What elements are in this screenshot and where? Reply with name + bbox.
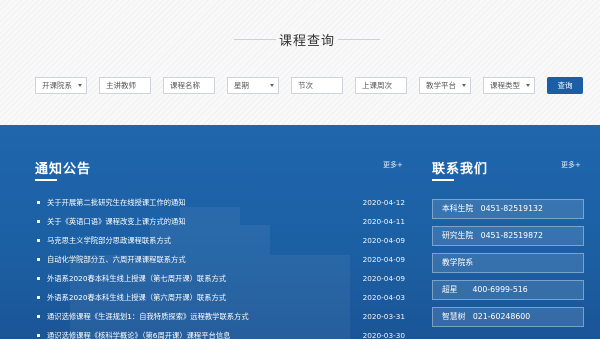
teacher-input-placeholder: 主讲教师: [106, 81, 136, 90]
week-input[interactable]: 上课周次: [355, 77, 407, 94]
notice-date: 2020-04-03: [362, 293, 405, 302]
contacts-title: 联系我们: [432, 162, 489, 177]
course-name-input-placeholder: 课程名称: [170, 81, 200, 90]
notice-title: 通识选修课程《核科学概论》（第6周开课）课程平台信息: [47, 331, 231, 339]
bullet-icon: [37, 277, 40, 280]
notice-title: 关于《英语口语》课程改变上课方式的通知: [47, 217, 186, 226]
list-item[interactable]: 外语系2020春本科生线上授课（第六周开课）联系方式 2020-04-03: [37, 291, 405, 304]
contact-phone: 400-6999-516: [472, 285, 528, 294]
course-name-input[interactable]: 课程名称: [163, 77, 215, 94]
notice-title: 马克思主义学院部分思政课程联系方式: [47, 236, 172, 245]
notice-title: 关于开展第二批研究生在线授课工作的通知: [47, 198, 186, 207]
notice-title: 外语系2020春本科生线上授课（第七周开课）联系方式: [47, 274, 227, 283]
list-item[interactable]: 通识选修课程《核科学概论》（第6周开课）课程平台信息 2020-03-30: [37, 329, 405, 339]
contact-label: 超星: [442, 285, 458, 294]
title-divider-left: [234, 39, 276, 40]
contact-phone: 0451-82519132: [480, 204, 543, 213]
search-title: 课程查询: [278, 34, 335, 49]
bullet-icon: [37, 296, 40, 299]
notices-title-underline: [35, 179, 57, 181]
contact-item[interactable]: 本科生院 0451-82519132: [432, 199, 584, 219]
platform-select[interactable]: 教学平台: [419, 77, 471, 94]
period-input[interactable]: 节次: [291, 77, 343, 94]
bullet-icon: [37, 258, 40, 261]
chevron-down-icon: [462, 84, 466, 87]
contact-label: 本科生院: [442, 204, 474, 213]
notice-date: 2020-03-31: [362, 312, 405, 321]
notice-date: 2020-04-09: [362, 255, 405, 264]
list-item[interactable]: 关于开展第二批研究生在线授课工作的通知 2020-04-12: [37, 196, 405, 209]
contact-item[interactable]: 超星 400-6999-516: [432, 280, 584, 300]
notice-date: 2020-03-30: [362, 331, 405, 339]
bullet-icon: [37, 201, 40, 204]
course-type-select-label: 课程类型: [490, 81, 520, 90]
info-section: 通知公告 更多+ 关于开展第二批研究生在线授课工作的通知 2020-04-12 …: [0, 125, 600, 339]
course-type-select[interactable]: 课程类型: [483, 77, 535, 94]
platform-select-label: 教学平台: [426, 81, 456, 90]
department-select-label: 开课院系: [42, 81, 72, 90]
contacts-title-underline: [432, 179, 454, 181]
contact-phone: 0451-82519872: [480, 231, 543, 240]
contact-item[interactable]: 教学院系: [432, 253, 584, 273]
contact-label: 研究生院: [442, 231, 474, 240]
chevron-down-icon: [526, 84, 530, 87]
title-divider-right: [338, 39, 380, 40]
teacher-input[interactable]: 主讲教师: [99, 77, 151, 94]
contact-phone: 021-60248600: [472, 312, 531, 321]
list-item[interactable]: 自动化学院部分五、六周开课课程联系方式 2020-04-09: [37, 253, 405, 266]
weekday-select-label: 星期: [234, 81, 249, 90]
notices-more-link[interactable]: 更多+: [383, 160, 403, 170]
notice-title: 通识选修课程《生涯规划1：自我特质探索》远程教学联系方式: [47, 312, 249, 321]
bullet-icon: [37, 220, 40, 223]
notice-title: 自动化学院部分五、六周开课课程联系方式: [47, 255, 186, 264]
notice-date: 2020-04-09: [362, 274, 405, 283]
list-item[interactable]: 马克思主义学院部分思政课程联系方式 2020-04-09: [37, 234, 405, 247]
contact-label: 智慧树: [442, 312, 466, 321]
notice-title: 外语系2020春本科生线上授课（第六周开课）联系方式: [47, 293, 227, 302]
query-button[interactable]: 查询: [547, 77, 583, 94]
notice-date: 2020-04-11: [362, 217, 405, 226]
notice-date: 2020-04-09: [362, 236, 405, 245]
contact-item[interactable]: 研究生院 0451-82519872: [432, 226, 584, 246]
weekday-select[interactable]: 星期: [227, 77, 279, 94]
chevron-down-icon: [78, 84, 82, 87]
bullet-icon: [37, 239, 40, 242]
department-select[interactable]: 开课院系: [35, 77, 87, 94]
search-title-area: 课程查询: [0, 30, 600, 49]
week-input-placeholder: 上课周次: [362, 81, 392, 90]
notice-date: 2020-04-12: [362, 198, 405, 207]
bullet-icon: [37, 315, 40, 318]
bullet-icon: [37, 334, 40, 337]
list-item[interactable]: 外语系2020春本科生线上授课（第七周开课）联系方式 2020-04-09: [37, 272, 405, 285]
contacts-more-link[interactable]: 更多+: [561, 160, 581, 170]
chevron-down-icon: [270, 84, 274, 87]
course-search-section: 课程查询 开课院系 主讲教师 课程名称 星期 节次 上课周次 教学平台 课程类型: [0, 0, 600, 125]
contact-label: 教学院系: [442, 258, 474, 267]
list-item[interactable]: 关于《英语口语》课程改变上课方式的通知 2020-04-11: [37, 215, 405, 228]
notices-title: 通知公告: [35, 162, 92, 177]
contact-item[interactable]: 智慧树 021-60248600: [432, 307, 584, 327]
period-input-placeholder: 节次: [298, 81, 313, 90]
list-item[interactable]: 通识选修课程《生涯规划1：自我特质探索》远程教学联系方式 2020-03-31: [37, 310, 405, 323]
